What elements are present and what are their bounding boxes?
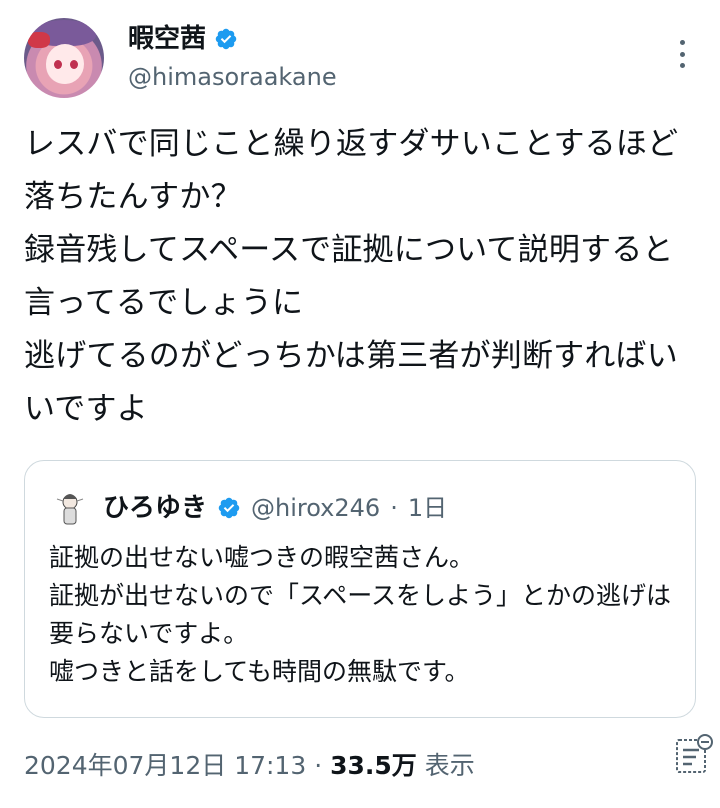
quoted-author-avatar[interactable] — [47, 485, 93, 531]
more-options-icon[interactable] — [678, 40, 686, 68]
author-avatar[interactable] — [24, 18, 104, 98]
quoted-tweet-text: 証拠の出せない嘘つきの暇空茜さん。 証拠が出せないので「スペースをしよう」とかの… — [49, 543, 672, 686]
quoted-tweet[interactable]: ひろゆき @hirox246 · 1日 証拠の出せない嘘つきの暇空茜さん。 証拠… — [24, 460, 696, 718]
author-display-name[interactable]: 暇空茜 — [128, 22, 206, 56]
tweet-body-text: レスバで同じこと繰り返すダサいことするほど落ちたんすか？ 録音残してスペースで証… — [24, 126, 679, 427]
tweet-timestamp[interactable]: 2024年07月12日 17:13 — [24, 751, 306, 780]
views-count: 33.5万 — [330, 751, 417, 780]
author-handle[interactable]: @himasoraakane — [128, 60, 337, 94]
quoted-author-handle: @hirox246 — [251, 494, 381, 522]
footer-separator: · — [314, 751, 323, 780]
quoted-separator: · — [390, 494, 398, 522]
author-name-row[interactable]: 暇空茜 — [128, 22, 238, 56]
quoted-verified-badge-icon — [218, 497, 240, 519]
analytics-icon[interactable] — [674, 732, 714, 776]
quoted-author-name: ひろゆき — [103, 493, 208, 523]
tweet-footer: 2024年07月12日 17:13 · 33.5万 表示 — [24, 744, 696, 788]
quoted-tweet-header: ひろゆき @hirox246 · 1日 — [47, 485, 447, 531]
views-label: 表示 — [424, 751, 475, 780]
verified-badge-icon — [215, 28, 237, 50]
quoted-time: 1日 — [407, 494, 448, 522]
author-info: 暇空茜 @himasoraakane — [128, 22, 337, 94]
tweet-header: 暇空茜 @himasoraakane — [24, 18, 696, 102]
